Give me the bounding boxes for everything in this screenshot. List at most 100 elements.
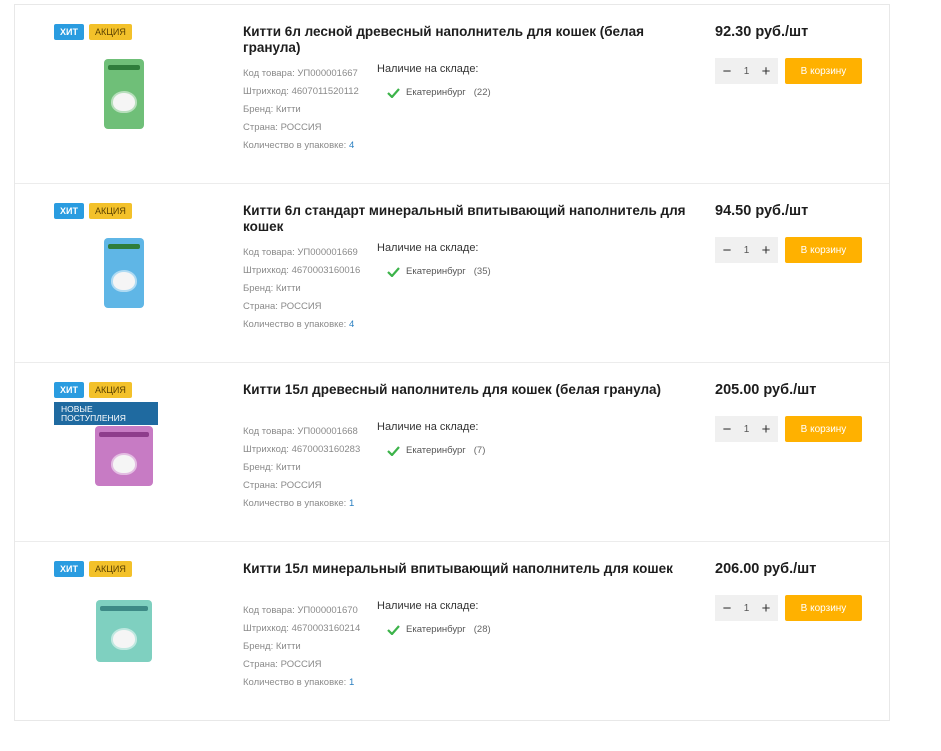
product-price: 206.00 руб./шт (715, 561, 817, 577)
product-title[interactable]: Китти 6л стандарт минеральный впитывающи… (243, 203, 703, 235)
plus-icon[interactable]: + (760, 422, 772, 437)
quantity-value[interactable]: 1 (744, 603, 750, 614)
product-item: хит акция Китти 6л стандарт минеральный … (15, 184, 889, 363)
barcode-label: Штрихкод: (243, 86, 289, 97)
stock-block: Наличие на складе: Екатеринбург (22) (377, 63, 491, 98)
minus-icon[interactable]: − (721, 601, 733, 616)
stock-block: Наличие на складе: Екатеринбург (7) (377, 421, 485, 456)
pack-label: Количество в упаковке: (243, 319, 347, 330)
code-value: УП000001670 (297, 605, 358, 616)
pack-value: 4 (348, 140, 355, 151)
brand-value: Китти (275, 104, 301, 115)
brand-value: Китти (275, 462, 301, 473)
quantity-value[interactable]: 1 (744, 424, 750, 435)
stock-block: Наличие на складе: Екатеринбург (28) (377, 600, 491, 635)
plus-icon[interactable]: + (760, 243, 772, 258)
brand-label: Бренд: (243, 641, 274, 652)
product-props: Код товара: УП000001667 Штрихкод: 460701… (243, 65, 359, 155)
plus-icon[interactable]: + (760, 64, 772, 79)
pack-value: 1 (348, 677, 355, 688)
quantity-stepper: − 1 + (715, 595, 778, 621)
minus-icon[interactable]: − (721, 64, 733, 79)
country-label: Страна: (243, 659, 278, 670)
add-to-cart-button[interactable]: В корзину (785, 416, 862, 442)
badge-hit: хит (54, 24, 84, 40)
minus-icon[interactable]: − (721, 243, 733, 258)
product-image[interactable] (79, 586, 169, 676)
stock-label: Наличие на складе: (377, 63, 479, 75)
country-label: Страна: (243, 301, 278, 312)
country-value: РОССИЯ (280, 480, 322, 491)
brand-label: Бренд: (243, 462, 274, 473)
pack-label: Количество в упаковке: (243, 140, 347, 151)
quantity-stepper: − 1 + (715, 416, 778, 442)
product-props: Код товара: УП000001668 Штрихкод: 467000… (243, 423, 360, 513)
quantity-stepper: − 1 + (715, 58, 778, 84)
badge-group: хит акция (54, 561, 132, 577)
quantity-stepper: − 1 + (715, 237, 778, 263)
stock-city: Екатеринбург (406, 266, 466, 277)
pack-label: Количество в упаковке: (243, 498, 347, 509)
code-value: УП000001668 (297, 426, 358, 437)
product-price: 205.00 руб./шт (715, 382, 817, 398)
stock-row: Екатеринбург (22) (387, 87, 491, 98)
check-icon (387, 445, 400, 456)
add-to-cart-button[interactable]: В корзину (785, 58, 862, 84)
quantity-value[interactable]: 1 (744, 66, 750, 77)
barcode-label: Штрихкод: (243, 265, 289, 276)
badge-hit: хит (54, 203, 84, 219)
pack-value: 1 (348, 498, 355, 509)
product-title[interactable]: Китти 6л лесной древесный наполнитель дл… (243, 24, 703, 56)
pack-label: Количество в упаковке: (243, 677, 347, 688)
stock-block: Наличие на складе: Екатеринбург (35) (377, 242, 491, 277)
product-props: Код товара: УП000001670 Штрихкод: 467000… (243, 602, 360, 692)
stock-count: (22) (473, 87, 491, 98)
product-item: хит акция Китти 6л лесной древесный напо… (15, 5, 889, 184)
code-label: Код товара: (243, 605, 295, 616)
stock-label: Наличие на складе: (377, 242, 479, 254)
brand-value: Китти (275, 283, 301, 294)
stock-city: Екатеринбург (406, 624, 466, 635)
product-price: 94.50 руб./шт (715, 203, 809, 219)
product-title[interactable]: Китти 15л древесный наполнитель для коше… (243, 382, 703, 398)
badge-sale: акция (88, 382, 132, 398)
brand-label: Бренд: (243, 104, 274, 115)
product-image[interactable] (79, 49, 169, 139)
badge-hit: хит (54, 561, 84, 577)
stock-count: (35) (473, 266, 491, 277)
add-to-cart-button[interactable]: В корзину (785, 595, 862, 621)
product-list: хит акция Китти 6л лесной древесный напо… (14, 4, 890, 721)
minus-icon[interactable]: − (721, 422, 733, 437)
stock-city: Екатеринбург (406, 87, 466, 98)
pack-value: 4 (348, 319, 355, 330)
stock-row: Екатеринбург (7) (387, 445, 485, 456)
stock-row: Екатеринбург (28) (387, 624, 491, 635)
stock-label: Наличие на складе: (377, 421, 479, 433)
barcode-value: 4670003160283 (291, 444, 361, 455)
badge-sale: акция (88, 561, 132, 577)
product-image[interactable] (79, 228, 169, 318)
badge-group: хит акция (54, 382, 132, 398)
badge-group: хит акция (54, 24, 132, 40)
brand-value: Китти (275, 641, 301, 652)
barcode-value: 4670003160214 (291, 623, 361, 634)
barcode-label: Штрихкод: (243, 623, 289, 634)
badge-group: хит акция (54, 203, 132, 219)
country-label: Страна: (243, 480, 278, 491)
stock-count: (7) (473, 445, 486, 456)
check-icon (387, 87, 400, 98)
product-title[interactable]: Китти 15л минеральный впитывающий наполн… (243, 561, 703, 577)
barcode-label: Штрихкод: (243, 444, 289, 455)
product-price: 92.30 руб./шт (715, 24, 809, 40)
badge-hit: хит (54, 382, 84, 398)
barcode-value: 4670003160016 (291, 265, 361, 276)
country-value: РОССИЯ (280, 659, 322, 670)
quantity-value[interactable]: 1 (744, 245, 750, 256)
check-icon (387, 266, 400, 277)
add-to-cart-button[interactable]: В корзину (785, 237, 862, 263)
stock-city: Екатеринбург (406, 445, 466, 456)
product-item: хит акция Китти 15л минеральный впитываю… (15, 542, 889, 721)
code-label: Код товара: (243, 247, 295, 258)
code-value: УП000001667 (297, 68, 358, 79)
plus-icon[interactable]: + (760, 601, 772, 616)
